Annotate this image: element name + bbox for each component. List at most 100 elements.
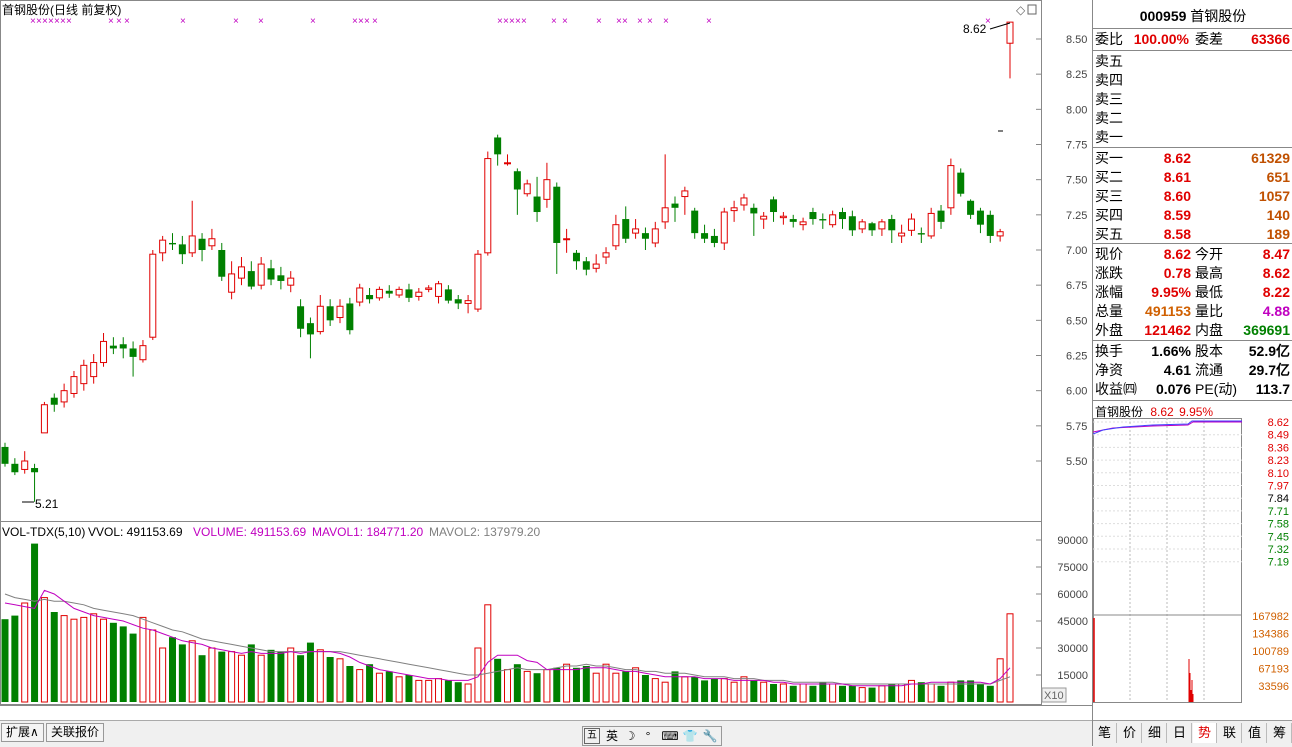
stats-row[interactable]: 净资 4.61 流通 29.7亿 (1093, 361, 1292, 380)
stock-code: 000959 (1139, 8, 1187, 24)
candle-body-up (464, 300, 472, 304)
candle-body-up (159, 239, 167, 254)
ime-wubi-icon[interactable]: 五 (584, 728, 600, 744)
candle-body-down (572, 252, 580, 262)
quote-tab[interactable]: 筹 (1268, 723, 1292, 743)
volume-bar-up (799, 683, 807, 703)
quote-tab[interactable]: 细 (1143, 723, 1167, 743)
price-axis-label: 6.00 (1066, 386, 1087, 398)
volume-bar-up (464, 683, 472, 703)
candle-body-down (622, 219, 630, 239)
volume-bar-up (760, 681, 768, 703)
candle-body-up (228, 273, 236, 293)
ime-halfwidth-icon[interactable]: ☽ (621, 727, 639, 745)
sell-level-row[interactable]: 卖一 (1093, 128, 1292, 147)
volume-bar-down (513, 664, 521, 702)
signal-marker: × (622, 16, 628, 27)
volume-bar-down (198, 655, 206, 702)
volume-bar-down (868, 687, 876, 702)
mini-volume-label: 67193 (1258, 664, 1289, 676)
buy-level-row[interactable]: 买三 8.60 1057 (1093, 187, 1292, 206)
signal-marker: × (180, 16, 186, 27)
ime-keyboard-icon[interactable]: ⌨ (661, 727, 679, 745)
candle-body-up (316, 305, 324, 333)
ime-skin-icon[interactable]: 👕 (681, 727, 699, 745)
buy-level-row[interactable]: 买一 8.62 61329 (1093, 149, 1292, 168)
stats-row[interactable]: 总量 491153 量比 4.88 (1093, 302, 1292, 321)
candle-body-down (119, 344, 127, 349)
buy-level-row[interactable]: 买五 8.58 189 (1093, 225, 1292, 244)
candle-body-down (169, 242, 176, 245)
candle-body-up (681, 190, 689, 198)
candle-body-down (444, 289, 452, 301)
stats-row[interactable]: 涨跌 0.78 最高 8.62 (1093, 264, 1292, 283)
volume-bar-up (504, 669, 511, 703)
related-quotes-tab[interactable]: 关联报价 (46, 723, 105, 742)
volume-bar-down (691, 676, 699, 702)
mini-price-label: 7.84 (1268, 493, 1289, 505)
stats-row[interactable]: 现价 8.62 今开 8.47 (1093, 245, 1292, 264)
buy-level-row[interactable]: 买二 8.61 651 (1093, 168, 1292, 187)
volume-bar-up (1006, 613, 1014, 703)
stats-row[interactable]: 外盘 121462 内盘 369691 (1093, 321, 1292, 340)
volume-bar-down (789, 685, 797, 702)
mini-chart-pct: 9.95% (1179, 405, 1214, 419)
volume-bar-down (710, 678, 718, 702)
volume-bar-down (50, 612, 58, 702)
sell-level-row[interactable]: 卖三 (1093, 90, 1292, 109)
signal-marker: × (372, 16, 378, 27)
sell-level-row[interactable]: 卖四 (1093, 71, 1292, 90)
candle-body-up (208, 238, 216, 247)
quote-tab[interactable]: 势 (1193, 723, 1217, 743)
mini-price-label: 8.62 (1268, 418, 1289, 429)
candle-body-up (356, 287, 364, 303)
volume-axis-label: 90000 (1057, 535, 1088, 547)
stats-row[interactable]: 收益㈣ 0.076 PE(动) 113.7 (1093, 380, 1292, 399)
candle-body-down (789, 219, 797, 222)
intraday-mini-chart[interactable]: 8.628.498.368.238.107.977.847.717.587.45… (1093, 418, 1292, 718)
expand-tab[interactable]: 扩展∧ (1, 723, 44, 742)
candle-body-down (967, 200, 975, 215)
volume-bar-up (287, 647, 295, 703)
volume-bar-up (829, 683, 837, 703)
diamond-icon[interactable]: ◇ (1016, 3, 1026, 17)
signal-marker: × (562, 16, 568, 27)
candle-body-up (927, 212, 935, 237)
kline-chart-area[interactable]: 8.50 8.25 8.00 7.75 7.50 7.25 7.00 6.75 6.50 6.25… (0, 0, 1093, 721)
volume-axis-label: 60000 (1057, 589, 1088, 601)
volume-bar-up (858, 687, 866, 703)
candle-body-down (917, 233, 925, 235)
ime-english-icon[interactable]: 英 (603, 727, 621, 745)
signal-marker: × (596, 16, 602, 27)
sell-level-row[interactable]: 卖五 (1093, 52, 1292, 71)
stats-row[interactable]: 换手 1.66% 股本 52.9亿 (1093, 342, 1292, 361)
stats-row[interactable]: 涨幅 9.95% 最低 8.22 (1093, 283, 1292, 302)
candle-body-up (592, 263, 600, 269)
ime-settings-icon[interactable]: 🔧 (701, 727, 719, 745)
candle-body-down (247, 271, 255, 287)
ime-punctuation-icon[interactable]: ° (639, 727, 657, 745)
volume-value: VOLUME: 491153.69 (193, 525, 307, 539)
ime-toolbar[interactable]: 五 英 ☽ ° ⌨ 👕 🔧 (582, 726, 722, 746)
sell-level-row[interactable]: 卖二 (1093, 109, 1292, 128)
quote-tab[interactable]: 价 (1118, 723, 1142, 743)
quote-tab[interactable]: 笔 (1093, 723, 1117, 743)
vvol-value: VVOL: 491153.69 (88, 525, 183, 539)
volume-indicator-name[interactable]: VOL-TDX(5,10) (2, 525, 85, 539)
kline-chart-svg[interactable]: 8.50 8.25 8.00 7.75 7.50 7.25 7.00 6.75 6.50 6.25… (0, 0, 1093, 721)
candle-body-up (878, 221, 886, 230)
candle-body-down (218, 250, 226, 277)
mini-price-label: 8.10 (1268, 468, 1289, 480)
quote-tab[interactable]: 日 (1168, 723, 1192, 743)
buy-level-row[interactable]: 买四 8.59 140 (1093, 206, 1292, 225)
volume-bar-up (779, 683, 787, 703)
zoom-label: X10 (1044, 690, 1064, 702)
volume-axis-label: 45000 (1057, 616, 1088, 628)
quote-tab[interactable]: 值 (1243, 723, 1267, 743)
candle-body-up (336, 305, 344, 319)
quote-tab[interactable]: 联 (1218, 723, 1242, 743)
volume-bar-down (986, 685, 994, 702)
signal-marker: × (310, 16, 316, 27)
signal-marker: × (258, 16, 264, 27)
candle-body-down (976, 210, 984, 225)
